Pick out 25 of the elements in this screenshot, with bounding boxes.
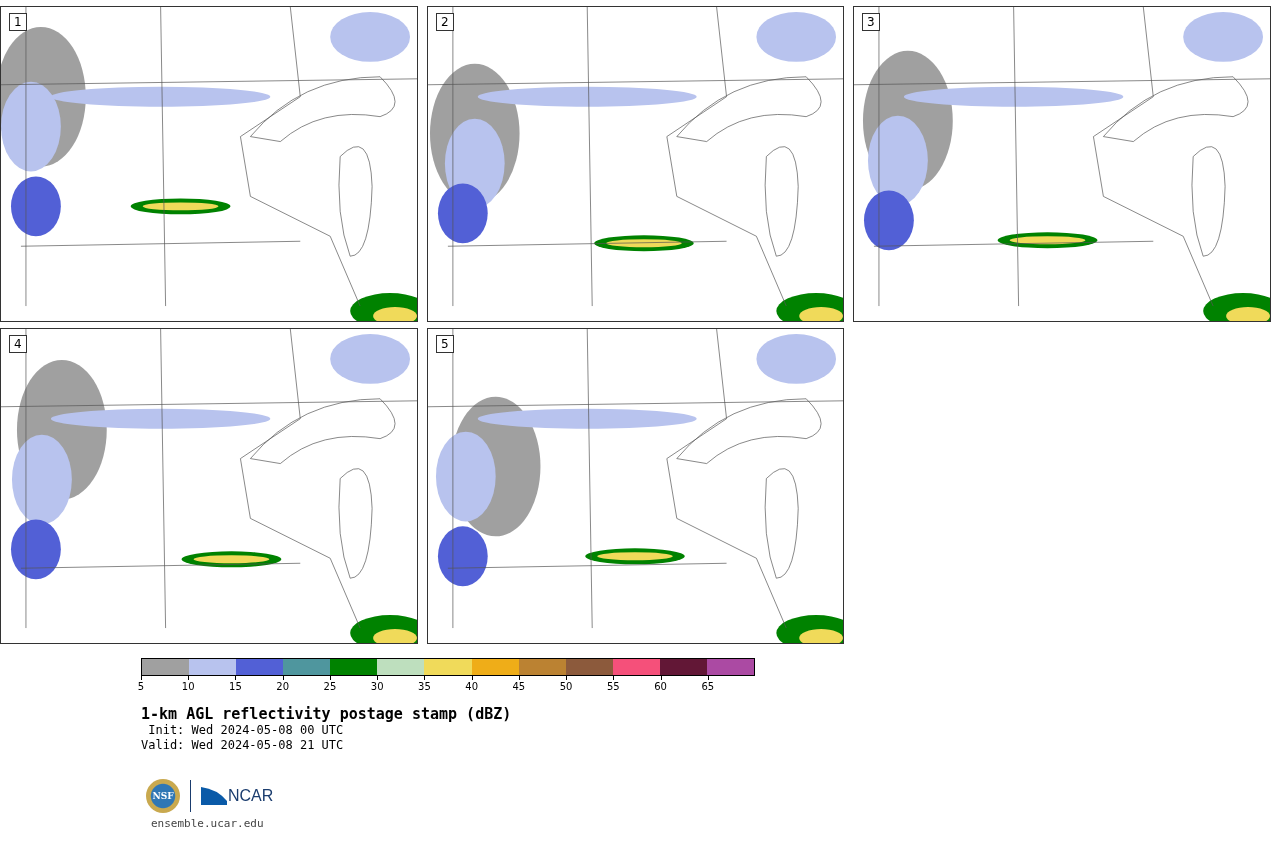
panel-number: 1 [9, 13, 27, 31]
tick-label: 35 [418, 681, 431, 692]
valid-time: Valid: Wed 2024-05-08 21 UTC [141, 738, 345, 753]
tick-label: 10 [181, 681, 195, 692]
tick-label: 60 [654, 681, 667, 692]
init-time: Init: Wed 2024-05-08 00 UTC [147, 723, 345, 738]
seal-logo: NSF [146, 779, 180, 813]
tick-label: 15 [229, 681, 242, 692]
tick-label: 25 [323, 681, 337, 692]
panel-number: 4 [9, 335, 27, 353]
tick-label: 5 [137, 681, 145, 692]
tick-label: 65 [701, 681, 715, 692]
tick-label: 55 [607, 681, 620, 692]
tick-label: 30 [370, 681, 384, 692]
tick-label: 40 [465, 681, 478, 692]
panel-number: 3 [862, 13, 880, 31]
tick-label: 50 [559, 681, 573, 692]
wordmark: NCAR [228, 787, 274, 805]
chart-title: 1-km AGL reflectivity postage stamp (dBZ) [141, 705, 513, 723]
tick-label: 45 [512, 681, 526, 692]
panel-number: 5 [436, 335, 454, 353]
site-link[interactable]: ensemble.ucar.edu [151, 817, 1280, 830]
panel-number: 2 [436, 13, 454, 31]
tick-label: 20 [276, 681, 290, 692]
swoosh-icon [201, 787, 227, 805]
